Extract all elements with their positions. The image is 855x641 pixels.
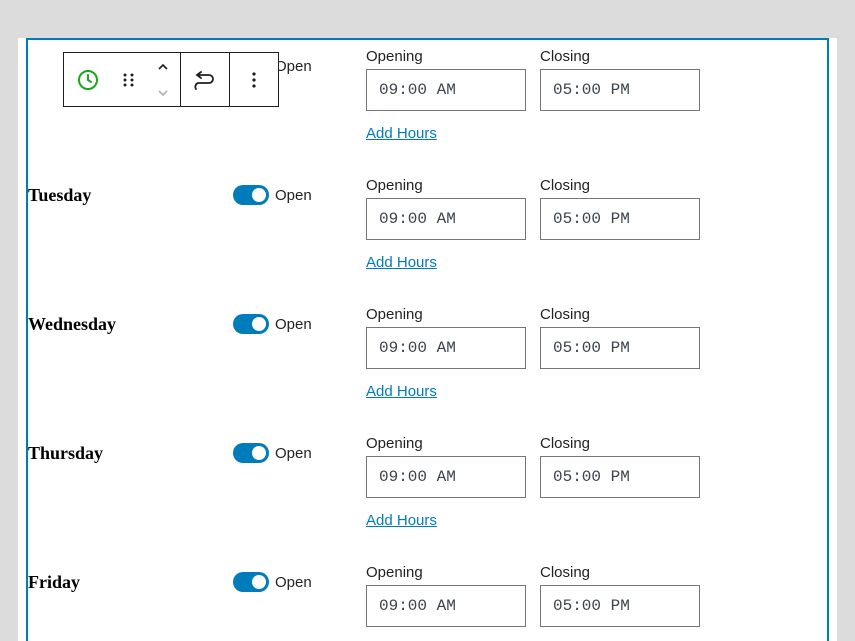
opening-input[interactable] [366,69,526,111]
opening-label: Opening [366,48,526,65]
open-toggle[interactable] [233,185,269,205]
move-down-button[interactable] [146,80,180,106]
open-toggle[interactable] [233,572,269,592]
closing-input[interactable] [540,69,700,111]
closing-label: Closing [540,306,700,323]
move-up-button[interactable] [146,54,180,80]
more-vertical-icon [244,70,264,90]
add-hours-link[interactable]: Add Hours [366,512,437,529]
day-name: Tuesday [28,177,233,206]
closing-label: Closing [540,177,700,194]
closing-input[interactable] [540,456,700,498]
opening-label: Opening [366,564,526,581]
toggle-label: Open [275,316,312,333]
opening-label: Opening [366,177,526,194]
opening-label: Opening [366,435,526,452]
chevron-down-icon [156,88,170,98]
block-type-button[interactable] [64,53,112,106]
editor-canvas: Monday Open Opening Closing Add Hours [18,38,837,641]
day-row: Tuesday Open Opening Closing Add Hours [28,169,803,298]
toggle-label: Open [275,187,312,204]
closing-label: Closing [540,435,700,452]
opening-input[interactable] [366,456,526,498]
opening-input[interactable] [366,198,526,240]
toggle-label: Open [275,574,312,591]
transform-icon [193,70,217,90]
opening-input[interactable] [366,327,526,369]
day-row: Friday Open Opening Closing Add Hours [28,556,803,641]
more-options-button[interactable] [230,53,278,106]
open-toggle[interactable] [233,443,269,463]
transform-button[interactable] [181,53,229,106]
closing-input[interactable] [540,585,700,627]
drag-handle-icon [120,71,138,89]
chevron-up-icon [156,62,170,72]
add-hours-link[interactable]: Add Hours [366,254,437,271]
day-row: Thursday Open Opening Closing Add Hours [28,427,803,556]
block-toolbar [63,52,279,107]
closing-input[interactable] [540,198,700,240]
day-row: Wednesday Open Opening Closing Add Hours [28,298,803,427]
closing-label: Closing [540,48,700,65]
toggle-label: Open [275,58,312,75]
day-name: Wednesday [28,306,233,335]
add-hours-link[interactable]: Add Hours [366,383,437,400]
drag-handle[interactable] [112,53,146,106]
day-name: Friday [28,564,233,593]
closing-label: Closing [540,564,700,581]
clock-icon [76,68,100,92]
day-name: Thursday [28,435,233,464]
opening-label: Opening [366,306,526,323]
open-toggle[interactable] [233,314,269,334]
add-hours-link[interactable]: Add Hours [366,125,437,142]
business-hours-block[interactable]: Monday Open Opening Closing Add Hours [26,38,829,641]
closing-input[interactable] [540,327,700,369]
opening-input[interactable] [366,585,526,627]
toggle-label: Open [275,445,312,462]
